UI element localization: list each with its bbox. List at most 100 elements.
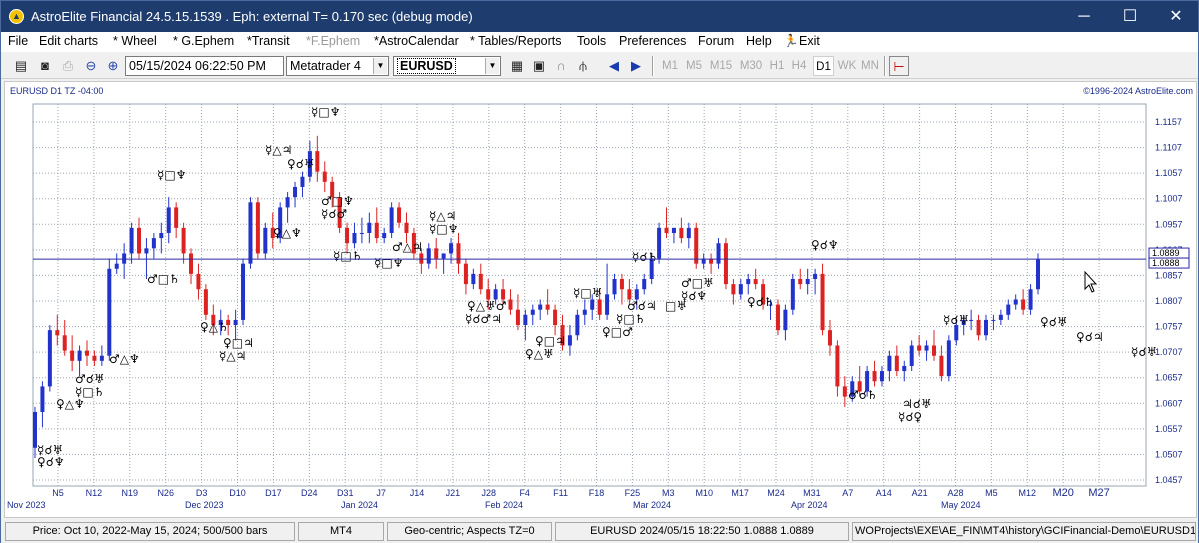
toolbar-separator (652, 56, 654, 76)
zoom-out-icon[interactable]: ⊖ (81, 56, 101, 76)
tf-d1[interactable]: D1 (813, 56, 834, 76)
menu-tools[interactable]: Tools (577, 34, 606, 48)
candle-body (151, 238, 156, 249)
candle-body (359, 232, 364, 234)
maximize-button[interactable]: ☐ (1107, 1, 1153, 32)
menu-g-ephem[interactable]: * G.Ephem (173, 34, 234, 48)
candle-body (590, 299, 595, 310)
aspect-label: ☿△♃ (265, 143, 292, 157)
copyright-label: ©1996-2024 AstroElite.com (1083, 86, 1193, 96)
chart-shift-icon[interactable]: ⊢ (889, 56, 909, 76)
network-icon[interactable]: ▣ (529, 56, 549, 76)
candle-body (746, 279, 751, 285)
aspect-label: ☿☌♂ (321, 207, 347, 221)
arrow-right-icon[interactable]: ▶ (626, 56, 646, 76)
price-chart[interactable]: 1.0457 1.0507 1.0557 1.0607 1.0657 1.0707 1.07… (4, 81, 1197, 518)
candle-body (374, 222, 379, 239)
candle-body (783, 309, 788, 331)
date-tick-label: D3 (196, 488, 208, 498)
candle-body (122, 253, 127, 264)
aspect-label: ♂☌♄ (848, 388, 878, 402)
candle-body (166, 207, 171, 233)
candle-body (255, 202, 260, 254)
candle-body (478, 273, 483, 290)
chevron-down-icon[interactable]: ▼ (373, 58, 387, 74)
price-tick-label: 1.0757 (1155, 322, 1183, 332)
candle-body (790, 279, 795, 310)
aspect-label: ☿□♆ (374, 256, 403, 270)
tf-m15[interactable]: M15 (707, 56, 735, 76)
candle-body (805, 279, 810, 285)
candle-body (567, 335, 572, 346)
current-price-tags: 1.08891.0888 (1148, 247, 1190, 269)
close-button[interactable]: ✕ (1153, 1, 1199, 32)
candle-body (92, 355, 97, 361)
price-tick-label: 1.0507 (1155, 449, 1183, 459)
candle-body (389, 207, 394, 233)
candle-body (241, 263, 246, 320)
menu-help[interactable]: Help (746, 34, 772, 48)
candle-body (501, 289, 506, 300)
table-icon[interactable]: ▦ (507, 56, 527, 76)
menu-tables-reports[interactable]: * Tables/Reports (470, 34, 562, 48)
tf-wk[interactable]: WK (836, 56, 858, 76)
candle-body (1036, 259, 1040, 290)
platform-select[interactable]: Metatrader 4 ▼ (286, 56, 389, 76)
candle-body (456, 243, 461, 264)
camera-icon[interactable]: ◙ (35, 56, 55, 76)
datetime-input[interactable]: 05/15/2024 06:22:50 PM (125, 56, 284, 76)
menu-forum[interactable]: Forum (698, 34, 734, 48)
candle-body (954, 325, 959, 341)
aspect-label: ♂△♃ (392, 240, 423, 254)
toolbar-separator (884, 56, 886, 76)
menu-wheel[interactable]: * Wheel (113, 34, 157, 48)
arrow-left-icon[interactable]: ◀ (604, 56, 624, 76)
candle-body (263, 227, 268, 254)
menu-astrocalendar[interactable]: *AstroCalendar (374, 34, 459, 48)
tools-icon[interactable]: ⫛ (573, 56, 593, 76)
candlestick-chart[interactable]: 1.0457 1.0507 1.0557 1.0607 1.0657 1.0707 1.07… (5, 82, 1196, 517)
candle-body (159, 232, 164, 239)
tf-m5[interactable]: M5 (683, 56, 705, 76)
aspect-label: ☿□♆ (157, 168, 186, 182)
magnet-icon[interactable]: ∩ (551, 56, 571, 76)
title-bar[interactable]: ▲ AstroElite Financial 24.5.15.1539 . Ep… (1, 1, 1198, 32)
tf-m1[interactable]: M1 (659, 56, 681, 76)
candle-body (983, 319, 988, 336)
candle-body (642, 279, 647, 290)
candle-body (70, 350, 75, 361)
menu-edit-charts[interactable]: Edit charts (39, 34, 98, 48)
date-tick-label: F4 (519, 488, 530, 498)
menu-transit[interactable]: *Transit (247, 34, 290, 48)
candle-body (1013, 299, 1018, 305)
zoom-in-icon[interactable]: ⊕ (103, 56, 123, 76)
month-label: Mar 2024 (633, 500, 671, 510)
aspect-label: ♀☌♃ (1076, 330, 1104, 344)
candle-body (872, 371, 877, 382)
candle-body (723, 243, 728, 285)
printer-icon[interactable]: ⎙ (58, 56, 78, 76)
menu-exit[interactable]: Exit (799, 34, 820, 48)
candle-body (523, 314, 528, 326)
month-label: Apr 2024 (791, 500, 828, 510)
tf-h4[interactable]: H4 (789, 56, 809, 76)
calculator-icon[interactable]: ▤ (11, 56, 31, 76)
candle-body (738, 284, 743, 295)
minimize-button[interactable]: ─ (1061, 1, 1107, 32)
aspect-label: ☿□♄ (616, 312, 645, 326)
candle-body (181, 227, 186, 254)
menu-preferences[interactable]: Preferences (619, 34, 686, 48)
candle-body (731, 284, 736, 295)
chevron-down-icon[interactable]: ▼ (485, 58, 499, 74)
chart-symbol-label: EURUSD D1 TZ -04:00 (10, 86, 103, 96)
aspect-label: ♀△♆ (273, 226, 302, 240)
tf-h1[interactable]: H1 (767, 56, 787, 76)
candle-body (285, 197, 290, 208)
tf-mn[interactable]: MN (859, 56, 881, 76)
tf-m30[interactable]: M30 (737, 56, 765, 76)
aspect-label: ☿□♄ (333, 249, 362, 263)
menu-file[interactable]: File (8, 34, 28, 48)
candle-body (671, 227, 676, 233)
symbol-select[interactable]: EURUSD ▼ (393, 56, 501, 76)
candle-body (1028, 289, 1033, 310)
